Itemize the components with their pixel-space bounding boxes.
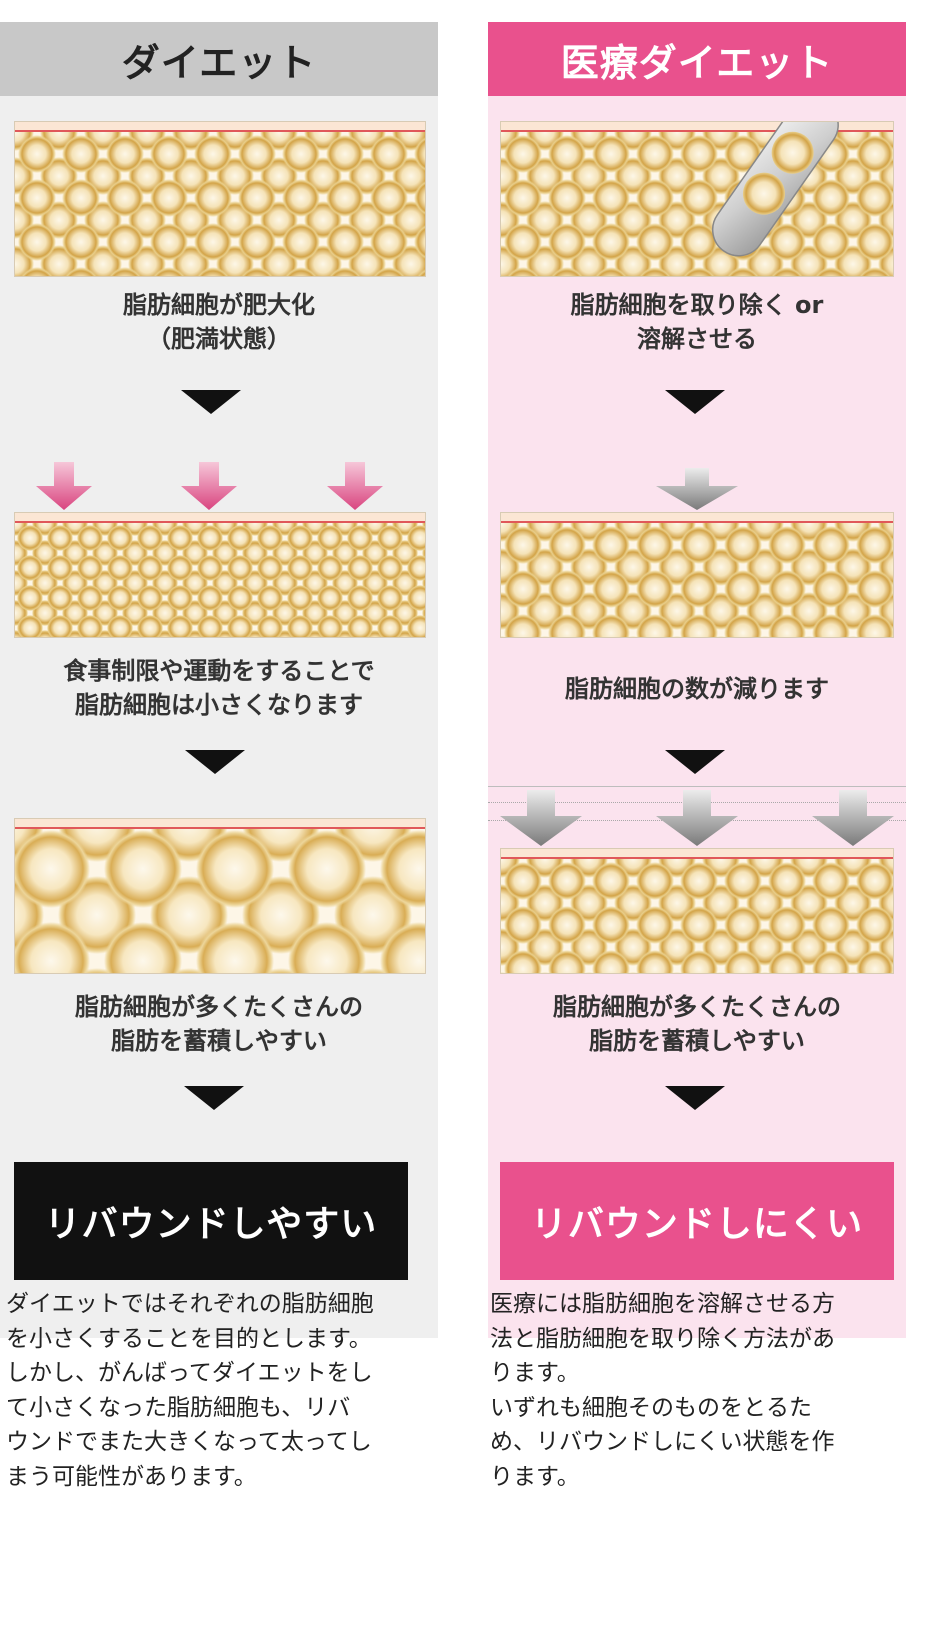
- down-triangle-icon: [665, 390, 725, 414]
- description-line: いずれも細胞そのものをとるた: [490, 1394, 812, 1421]
- down-triangle-icon: [185, 750, 245, 774]
- caption-line: 脂肪を蓄積しやすい: [111, 1027, 327, 1055]
- medical-diet-heading: 医療ダイエット: [488, 22, 906, 96]
- caption-line: 脂肪細胞が多くたくさんの: [553, 993, 841, 1021]
- description-line: ダイエットではそれぞれの脂肪細胞: [6, 1291, 374, 1317]
- gray-down-arrow-icon: [656, 468, 738, 510]
- caption-line: 脂肪細胞が多くたくさんの: [75, 993, 363, 1021]
- down-triangle-icon: [665, 750, 725, 774]
- fat-cells-medium: [15, 132, 425, 276]
- down-triangle-icon: [181, 390, 241, 414]
- caption-line: 脂肪細胞の数が減ります: [565, 675, 829, 703]
- medical-diet-column: 医療ダイエット 脂肪細胞を取り除く or 溶解させる 脂肪細胞の数が減ります 脂…: [488, 22, 944, 1338]
- description-line: め、リバウンドしにくい状態を作: [490, 1429, 835, 1455]
- description-line: まう可能性があります。: [6, 1463, 257, 1490]
- caption-removal: 脂肪細胞を取り除く or 溶解させる: [488, 288, 906, 356]
- caption-line: （肥満状態）: [147, 325, 291, 353]
- diet-description: ダイエットではそれぞれの脂肪細胞 を小さくすることを目的とします。 しかし、がん…: [6, 1287, 434, 1494]
- medical-diet-description: 医療には脂肪細胞を溶解させる方 法と脂肪細胞を取り除く方法があ ります。 いずれ…: [490, 1287, 940, 1494]
- caption-reduced: 脂肪細胞の数が減ります: [488, 672, 906, 706]
- fat-layer-shrunk: [14, 512, 426, 638]
- description-line: 法と脂肪細胞を取り除く方法があ: [490, 1325, 835, 1352]
- caption-line: 脂肪細胞が肥大化: [123, 291, 315, 319]
- description-line: て小さくなった脂肪細胞も、リバ: [6, 1394, 351, 1421]
- gray-down-arrow-icon: [656, 790, 738, 846]
- fat-cells-medium: [501, 859, 893, 973]
- fat-layer-enlarged: [14, 121, 426, 277]
- fat-layer-rebound: [14, 818, 426, 974]
- pink-down-arrow-icon: [327, 462, 383, 510]
- pink-down-arrow-icon: [36, 462, 92, 510]
- description-line: ります。: [490, 1360, 580, 1386]
- caption-line: 脂肪細胞を取り除く or: [570, 291, 824, 319]
- result-rebound-hard: リバウンドしにくい: [500, 1162, 894, 1280]
- description-line: ります。: [490, 1463, 580, 1490]
- diet-heading: ダイエット: [0, 22, 438, 96]
- cannula-icon: [711, 122, 839, 257]
- medical-diet-panel: 脂肪細胞を取り除く or 溶解させる 脂肪細胞の数が減ります 脂肪細胞が多くたく…: [488, 96, 906, 1338]
- down-triangle-icon: [665, 1086, 725, 1110]
- description-line: 医療には脂肪細胞を溶解させる方: [490, 1291, 835, 1317]
- diet-column: ダイエット 脂肪細胞が肥大化 （肥満状態） 食事制限や運動をすることで 脂肪細胞…: [0, 22, 438, 1338]
- fat-cells-large: [15, 829, 425, 973]
- caption-line: 食事制限や運動をすることで: [63, 657, 375, 685]
- gray-down-arrow-icon: [500, 790, 582, 846]
- pink-down-arrow-icon: [181, 462, 237, 510]
- caption-line: 脂肪を蓄積しやすい: [589, 1027, 805, 1055]
- caption-shrink: 食事制限や運動をすることで 脂肪細胞は小さくなります: [0, 654, 438, 722]
- fat-cells-medium: [501, 523, 893, 637]
- diet-panel: 脂肪細胞が肥大化 （肥満状態） 食事制限や運動をすることで 脂肪細胞は小さくなり…: [0, 96, 438, 1338]
- down-triangle-icon: [184, 1086, 244, 1110]
- caption-storage: 脂肪細胞が多くたくさんの 脂肪を蓄積しやすい: [488, 990, 906, 1058]
- fat-layer-maintained: [500, 848, 894, 974]
- fat-cells-small: [15, 523, 425, 637]
- gray-down-arrow-icon: [812, 790, 894, 846]
- caption-enlarged: 脂肪細胞が肥大化 （肥満状態）: [0, 288, 438, 356]
- description-line: ウンドでまた大きくなって太ってし: [6, 1429, 372, 1455]
- description-line: を小さくすることを目的とします。: [6, 1325, 372, 1352]
- caption-line: 脂肪細胞は小さくなります: [75, 691, 363, 719]
- fat-layer-removal: [500, 121, 894, 277]
- description-line: しかし、がんばってダイエットをし: [6, 1360, 373, 1386]
- caption-line: 溶解させる: [637, 325, 757, 353]
- fat-layer-reduced: [500, 512, 894, 638]
- divider-line: [488, 786, 906, 787]
- caption-storage: 脂肪細胞が多くたくさんの 脂肪を蓄積しやすい: [0, 990, 438, 1058]
- result-rebound-easy: リバウンドしやすい: [14, 1162, 408, 1280]
